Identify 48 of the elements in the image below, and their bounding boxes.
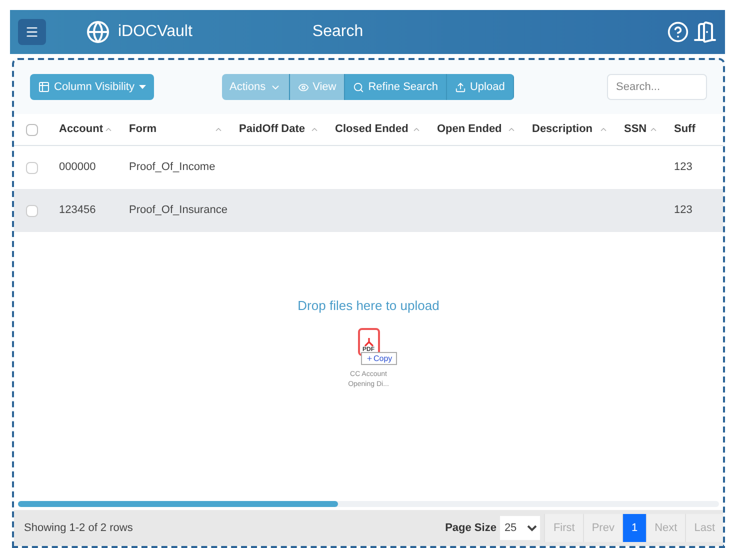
globe-logo-icon bbox=[86, 20, 110, 44]
row-checkbox[interactable] bbox=[26, 162, 38, 174]
exit-door-icon[interactable] bbox=[693, 20, 717, 44]
page-size-select[interactable]: 25 bbox=[500, 516, 540, 540]
column-header[interactable]: SSN bbox=[624, 121, 647, 138]
pagination-button[interactable]: 1 bbox=[622, 514, 646, 542]
search-field[interactable]: Search... bbox=[607, 74, 707, 100]
sort-icon[interactable] bbox=[214, 125, 223, 134]
page-title: Search bbox=[312, 22, 364, 42]
sort-icon[interactable] bbox=[104, 125, 113, 134]
select-all-checkbox[interactable] bbox=[26, 124, 38, 136]
brand-name: iDOCVault bbox=[118, 22, 192, 42]
table-row[interactable]: 123456 Proof_Of_Insurance 123 bbox=[14, 189, 723, 232]
sort-icon[interactable] bbox=[649, 125, 658, 134]
column-header[interactable]: Closed Ended bbox=[335, 121, 408, 138]
table-cell: 000000 bbox=[59, 161, 96, 174]
sort-icon[interactable] bbox=[599, 125, 608, 134]
search-icon bbox=[353, 82, 364, 92]
table-cell: 123 bbox=[674, 161, 692, 174]
menu-button[interactable] bbox=[18, 19, 46, 45]
table-cell: 123456 bbox=[59, 204, 96, 216]
sort-icon[interactable] bbox=[507, 125, 516, 134]
column-header[interactable]: Suff bbox=[674, 121, 696, 138]
help-icon[interactable] bbox=[667, 21, 689, 43]
copy-badge: Copy bbox=[360, 352, 398, 364]
plus-icon bbox=[366, 354, 372, 362]
sort-icon[interactable] bbox=[310, 125, 319, 134]
horizontal-scrollbar[interactable] bbox=[18, 501, 719, 507]
column-header[interactable]: Open Ended bbox=[437, 121, 502, 138]
column-header[interactable]: Form bbox=[129, 121, 156, 138]
table-cell: 123 bbox=[674, 204, 692, 216]
drop-files-message: Drop files here to upload bbox=[298, 297, 440, 315]
caret-icon bbox=[138, 85, 146, 89]
column-header[interactable]: Account bbox=[59, 121, 103, 138]
table-cell: Proof_Of_Income bbox=[129, 161, 216, 174]
table-icon bbox=[38, 81, 50, 93]
column-header[interactable]: Description bbox=[532, 121, 593, 138]
column-header[interactable]: PaidOff Date bbox=[239, 121, 306, 138]
acrobat-icon bbox=[364, 336, 374, 346]
table-cell: Proof_Of_Insurance bbox=[129, 204, 228, 216]
page-size-label: Page Size bbox=[445, 520, 496, 536]
scrollbar-thumb[interactable] bbox=[18, 501, 338, 507]
row-checkbox[interactable] bbox=[26, 204, 38, 216]
view-icon bbox=[298, 82, 309, 92]
rows-status: Showing 1-2 of 2 rows bbox=[24, 520, 133, 536]
sort-icon[interactable] bbox=[412, 125, 421, 134]
menu-icon bbox=[25, 25, 39, 39]
upload-icon bbox=[454, 82, 466, 92]
